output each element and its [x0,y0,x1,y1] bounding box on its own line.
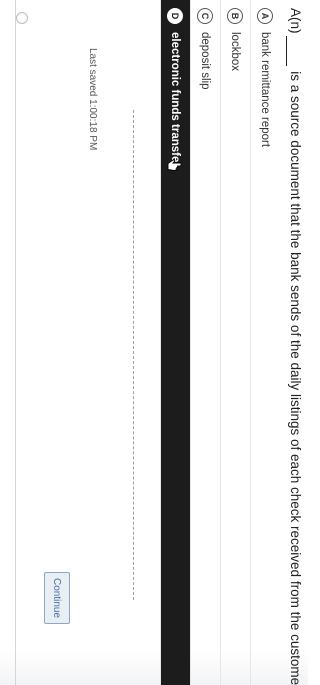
footer-divider [15,0,16,685]
option-d[interactable]: D electronic funds transfer [160,0,190,685]
quiz-panel: A(n) is a source document that the bank … [0,0,308,685]
question-text: A(n) is a source document that the bank … [282,0,308,685]
option-c-letter: C [197,8,214,24]
option-b-label: lockbox [229,32,242,71]
option-a[interactable]: A bank remittance report [250,0,280,685]
option-b[interactable]: B lockbox [220,0,250,685]
option-c[interactable]: C deposit slip [190,0,220,685]
answer-options: A bank remittance report B lockbox C dep… [160,0,280,685]
question-prefix: A(n) [288,8,303,34]
option-b-letter: B [227,8,244,24]
option-d-label: electronic funds transfer [169,32,182,167]
last-saved-status: Last saved 1:00:18 PM [87,48,98,151]
continue-button[interactable]: Continue [44,572,70,624]
screen: A(n) is a source document that the bank … [0,0,308,685]
hand-cursor-icon [167,158,182,171]
option-a-label: bank remittance report [259,32,272,148]
divider [133,110,134,600]
question-body: is a source document that the bank sends… [288,71,303,685]
answer-blank [286,35,299,66]
footer-icon [16,12,28,24]
option-c-label: deposit slip [199,32,212,90]
option-a-letter: A [257,8,274,24]
option-d-letter: D [167,8,184,24]
